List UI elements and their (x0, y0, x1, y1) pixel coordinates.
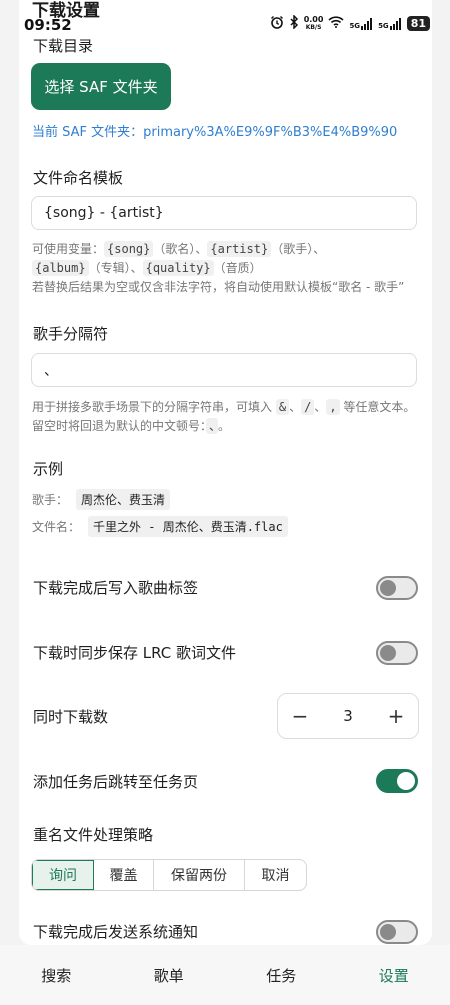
var-song-chip: {song} (104, 241, 154, 257)
rename-option-keep-both[interactable]: 保留两份 (154, 860, 245, 890)
current-saf-path: 当前 SAF 文件夹：primary%3A%E9%9F%B3%E4%B9%90 (32, 125, 398, 140)
signal-icon-1: 5G (349, 17, 373, 30)
settings-card (19, 0, 432, 945)
naming-template-label: 文件命名模板 (33, 169, 124, 187)
nav-item-playlists[interactable]: 歌单 (113, 965, 226, 986)
save-lrc-label: 下载时同步保存 LRC 歌词文件 (33, 644, 237, 662)
toggle-knob (380, 580, 396, 596)
notify-label: 下载完成后发送系统通知 (33, 923, 199, 941)
toggle-knob (380, 645, 396, 661)
battery-indicator: 81 (406, 16, 430, 31)
example-artist-row: 歌手： 周杰伦、费玉清 (32, 489, 171, 510)
artist-separator-label: 歌手分隔符 (33, 325, 109, 343)
write-tags-toggle[interactable] (376, 576, 418, 600)
net-speed: 0.00 KB/S (303, 14, 324, 31)
var-artist-chip: {artist} (207, 241, 272, 257)
artist-separator-input[interactable] (31, 353, 417, 387)
toggle-knob (397, 772, 415, 790)
rename-policy-label: 重名文件处理策略 (33, 826, 154, 844)
download-dir-label: 下载目录 (33, 37, 94, 55)
toggle-knob (380, 924, 396, 940)
naming-template-input[interactable] (31, 196, 417, 230)
increment-button[interactable]: + (384, 704, 408, 728)
var-album-chip: {album} (32, 260, 89, 276)
example-filename-value: 千里之外 - 周杰伦、费玉清.flac (88, 516, 288, 537)
example-artist-value: 周杰伦、费玉清 (76, 489, 171, 510)
example-filename-row: 文件名： 千里之外 - 周杰伦、费玉清.flac (32, 516, 288, 537)
choose-saf-folder-button[interactable]: 选择 SAF 文件夹 (31, 63, 171, 110)
bottom-nav: 搜索 歌单 任务 设置 (0, 945, 450, 1005)
artist-separator-help: 用于拼接多歌手场景下的分隔字符串，可填入 &、 /、, 等任意文本。 留空时将回退… (32, 399, 416, 434)
jump-to-tasks-toggle[interactable] (376, 769, 418, 793)
rename-option-overwrite[interactable]: 覆盖 (94, 860, 154, 890)
decrement-button[interactable]: − (288, 704, 312, 728)
concurrent-downloads-label: 同时下载数 (33, 708, 109, 726)
write-tags-label: 下载完成后写入歌曲标签 (33, 579, 199, 597)
save-lrc-toggle[interactable] (376, 641, 418, 665)
var-quality-chip: {quality} (142, 260, 214, 276)
rename-option-ask[interactable]: 询问 (32, 860, 94, 890)
bluetooth-icon (289, 14, 299, 32)
nav-item-tasks[interactable]: 任务 (225, 965, 338, 986)
example-label: 示例 (33, 460, 64, 478)
naming-template-help: 可使用变量： {song} （歌名）、 {artist} （歌手）、 {album} （专… (32, 241, 405, 294)
naming-template-fallback-note: 若替换后结果为空或仅含非法字符，将自动使用默认模板“歌名 - 歌手” (32, 280, 405, 294)
concurrent-downloads-stepper: − 3 + (277, 693, 419, 739)
concurrent-downloads-value: 3 (343, 707, 353, 725)
rename-option-cancel[interactable]: 取消 (245, 860, 306, 890)
wifi-icon (328, 16, 344, 31)
status-icons: 0.00 KB/S 5G 5G 81 (270, 14, 430, 32)
page-title: 下载设置 (32, 1, 100, 21)
alarm-icon (270, 15, 284, 32)
rename-policy-segmented: 询问 覆盖 保留两份 取消 (31, 859, 307, 891)
jump-to-tasks-label: 添加任务后跳转至任务页 (33, 773, 199, 791)
notify-toggle[interactable] (376, 920, 418, 944)
nav-item-search[interactable]: 搜索 (0, 965, 113, 986)
nav-item-settings[interactable]: 设置 (338, 965, 450, 986)
signal-icon-2: 5G (378, 17, 402, 30)
